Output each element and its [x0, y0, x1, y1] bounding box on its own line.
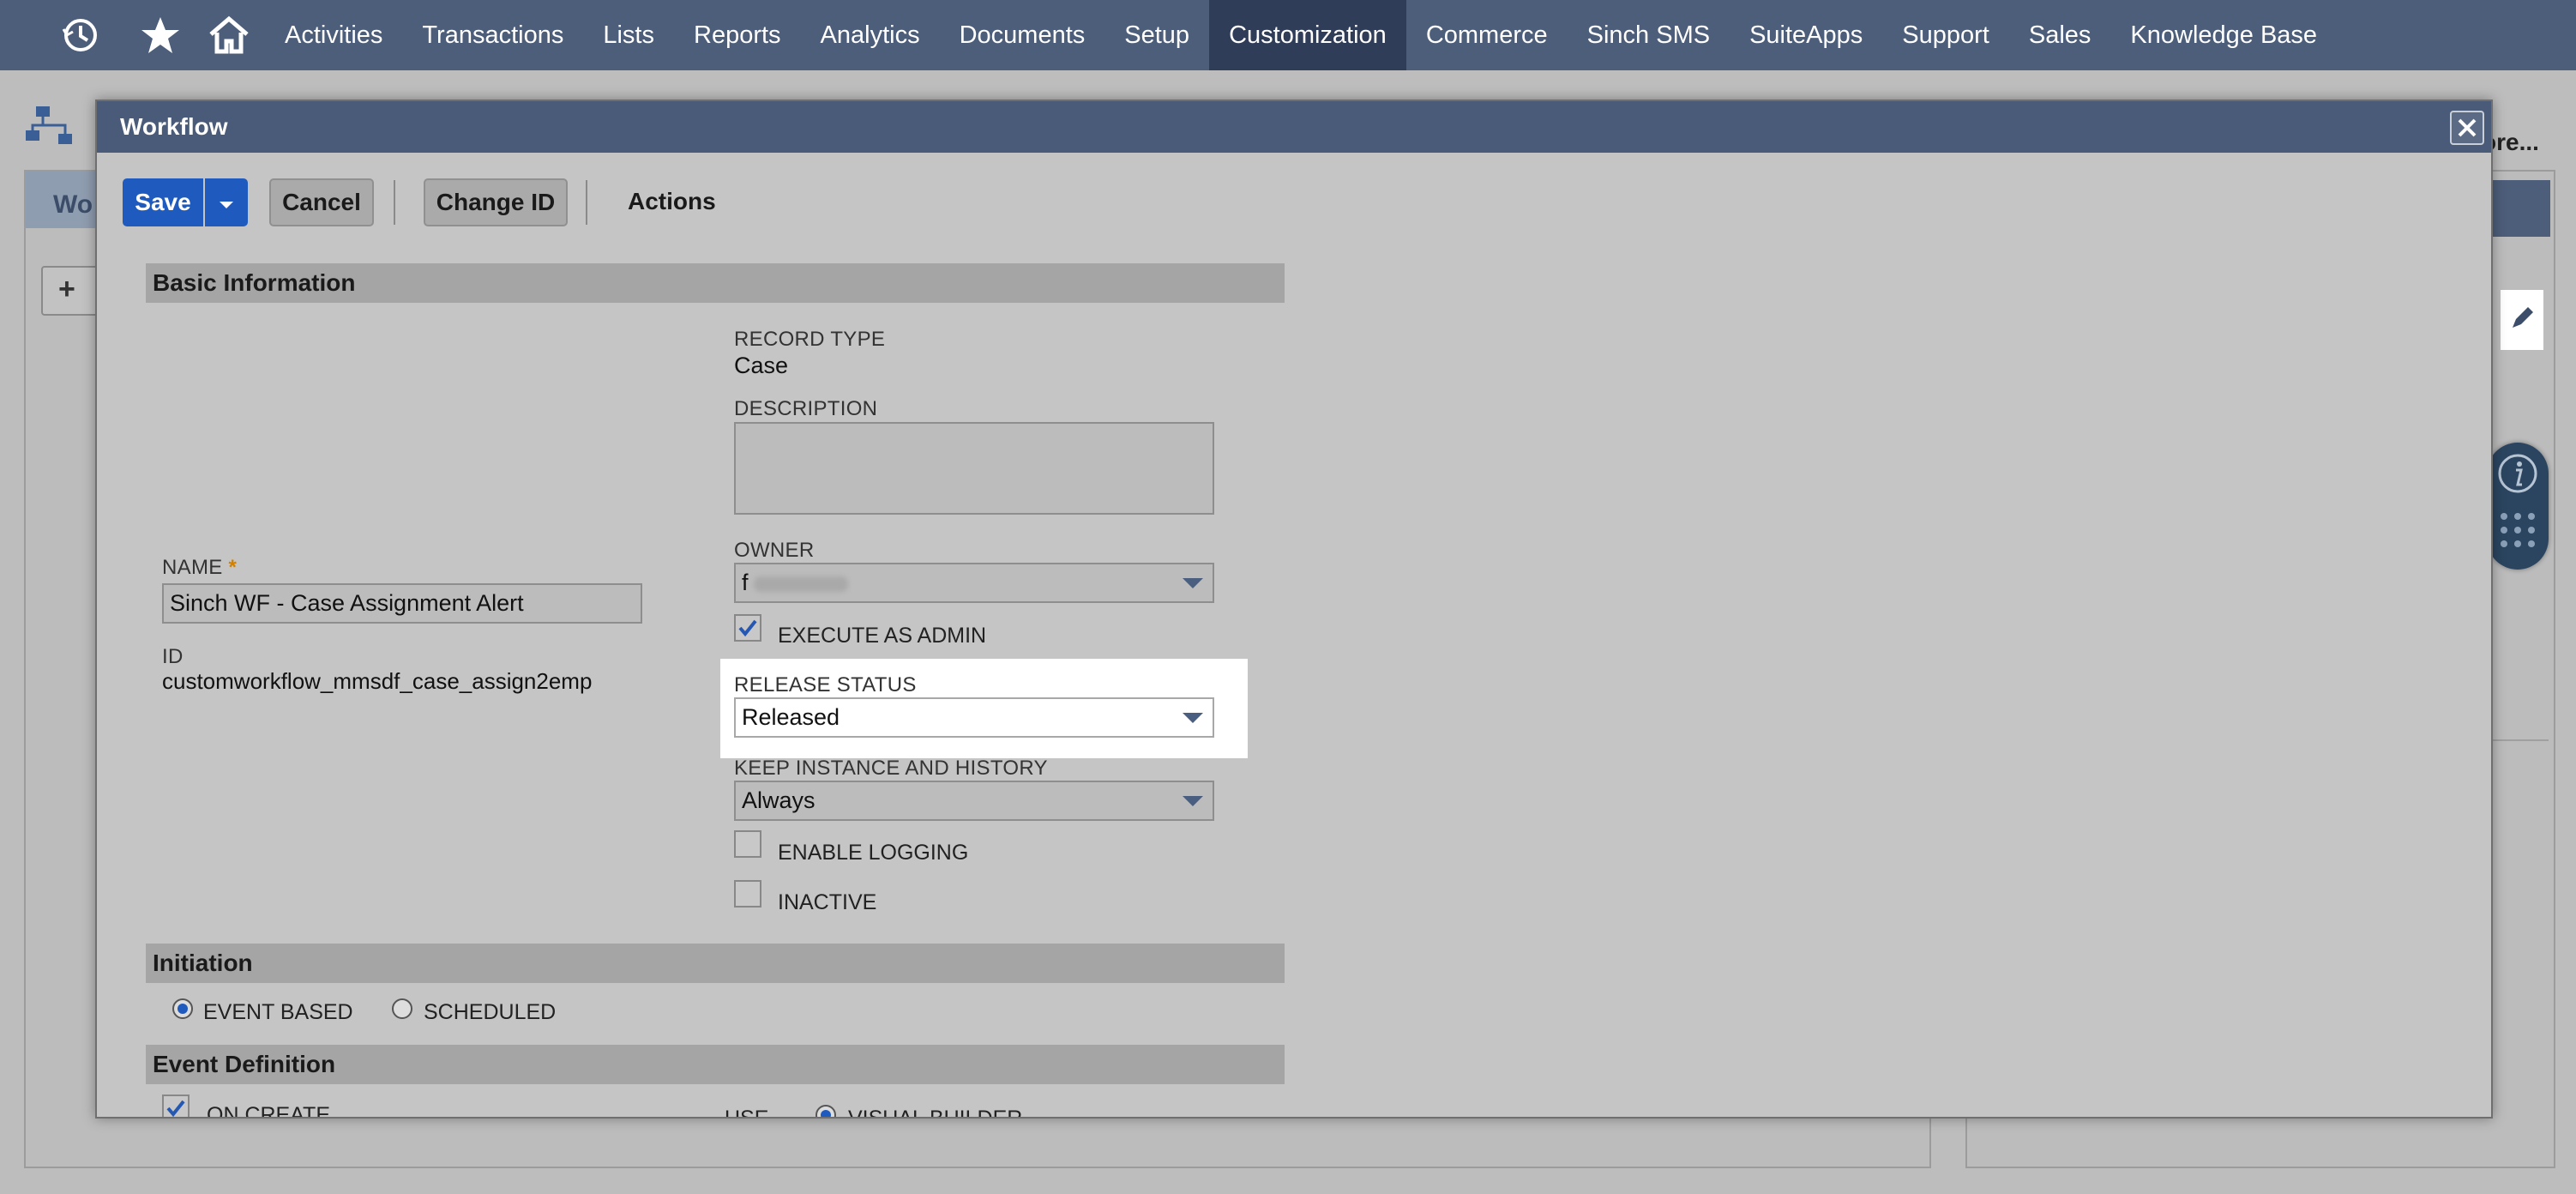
- id-label: ID: [162, 645, 184, 668]
- required-asterisk: *: [228, 556, 238, 579]
- owner-select[interactable]: f: [734, 563, 1214, 603]
- scheduled-label: SCHEDULED: [424, 1000, 557, 1024]
- visual-builder-radio[interactable]: [816, 1105, 836, 1117]
- release-status-select[interactable]: Released: [734, 697, 1214, 738]
- background-tab-label: Wo: [53, 190, 93, 219]
- owner-label: OWNER: [734, 539, 815, 562]
- nav-setup[interactable]: Setup: [1104, 0, 1209, 70]
- checkmark-icon: [738, 619, 757, 637]
- description-textarea[interactable]: [734, 422, 1214, 515]
- use-label: USE: [725, 1107, 769, 1119]
- info-icon[interactable]: [2497, 453, 2538, 498]
- nav-sinch-sms[interactable]: Sinch SMS: [1568, 0, 1730, 70]
- nav-sales[interactable]: Sales: [2009, 0, 2111, 70]
- nav-lists[interactable]: Lists: [583, 0, 674, 70]
- nav-support[interactable]: Support: [1882, 0, 2009, 70]
- nav-documents[interactable]: Documents: [940, 0, 1105, 70]
- keep-instance-label: KEEP INSTANCE AND HISTORY: [734, 757, 1048, 780]
- edit-pencil-icon[interactable]: [2501, 290, 2543, 350]
- execute-as-admin-checkbox[interactable]: [734, 614, 761, 642]
- execute-as-admin-label: EXECUTE AS ADMIN: [778, 624, 987, 648]
- chevron-down-icon: [220, 202, 233, 208]
- nav-customization[interactable]: Customization: [1209, 0, 1406, 70]
- id-value: customworkflow_mmsdf_case_assign2emp: [162, 668, 593, 694]
- nav-activities[interactable]: Activities: [265, 0, 402, 70]
- release-status-label: RELEASE STATUS: [734, 673, 917, 696]
- dropdown-arrow-icon: [1183, 713, 1203, 723]
- keep-instance-value: Always: [742, 787, 816, 813]
- top-navigation-bar: Activities Transactions Lists Reports An…: [0, 0, 2576, 70]
- name-input[interactable]: Sinch WF - Case Assignment Alert: [162, 583, 642, 624]
- side-info-widget[interactable]: [2487, 443, 2549, 570]
- section-initiation: Initiation: [146, 944, 1285, 983]
- nav-analytics[interactable]: Analytics: [801, 0, 940, 70]
- record-type-label: RECORD TYPE: [734, 328, 886, 351]
- apps-grid-icon[interactable]: [2499, 511, 2537, 553]
- description-label: DESCRIPTION: [734, 397, 878, 420]
- nav-reports[interactable]: Reports: [674, 0, 801, 70]
- inactive-label: INACTIVE: [778, 890, 877, 914]
- nav-transactions[interactable]: Transactions: [402, 0, 583, 70]
- save-button[interactable]: Save: [123, 178, 203, 226]
- checkmark-icon: [166, 1100, 185, 1117]
- close-icon: [2458, 118, 2477, 137]
- close-button[interactable]: [2450, 111, 2484, 145]
- owner-value: f: [742, 570, 749, 595]
- nav-knowledge-base[interactable]: Knowledge Base: [2110, 0, 2337, 70]
- change-id-button[interactable]: Change ID: [424, 178, 568, 226]
- favorites-star-icon[interactable]: [135, 0, 186, 70]
- nav-commerce[interactable]: Commerce: [1406, 0, 1568, 70]
- workflow-diagram-icon: [24, 105, 75, 152]
- event-based-radio[interactable]: [172, 998, 193, 1019]
- record-type-value: Case: [734, 353, 789, 378]
- dropdown-arrow-icon: [1183, 578, 1203, 588]
- dropdown-arrow-icon: [1183, 796, 1203, 806]
- recent-history-icon[interactable]: [55, 0, 106, 70]
- scheduled-radio[interactable]: [392, 998, 412, 1019]
- name-label: NAME *: [162, 556, 238, 579]
- enable-logging-label: ENABLE LOGGING: [778, 841, 969, 865]
- section-basic-information: Basic Information: [146, 263, 1285, 303]
- section-event-definition: Event Definition: [146, 1045, 1285, 1084]
- workflow-modal: Workflow Save Cancel Change ID Actions B…: [95, 100, 2493, 1119]
- release-status-value: Released: [742, 704, 840, 730]
- modal-title: Workflow: [97, 101, 2491, 153]
- on-create-checkbox[interactable]: [162, 1094, 190, 1117]
- home-icon[interactable]: [203, 0, 255, 70]
- on-create-label: ON CREATE: [207, 1103, 330, 1119]
- cancel-button[interactable]: Cancel: [269, 178, 374, 226]
- nav-suiteapps[interactable]: SuiteApps: [1730, 0, 1882, 70]
- inactive-checkbox[interactable]: [734, 880, 761, 908]
- save-dropdown-button[interactable]: [205, 178, 248, 226]
- actions-menu[interactable]: Actions: [628, 188, 716, 215]
- enable-logging-checkbox[interactable]: [734, 830, 761, 858]
- blurred-owner-name: [753, 576, 848, 592]
- keep-instance-select[interactable]: Always: [734, 781, 1214, 821]
- visual-builder-label: VISUAL BUILDER: [848, 1107, 1023, 1119]
- event-based-label: EVENT BASED: [203, 1000, 353, 1024]
